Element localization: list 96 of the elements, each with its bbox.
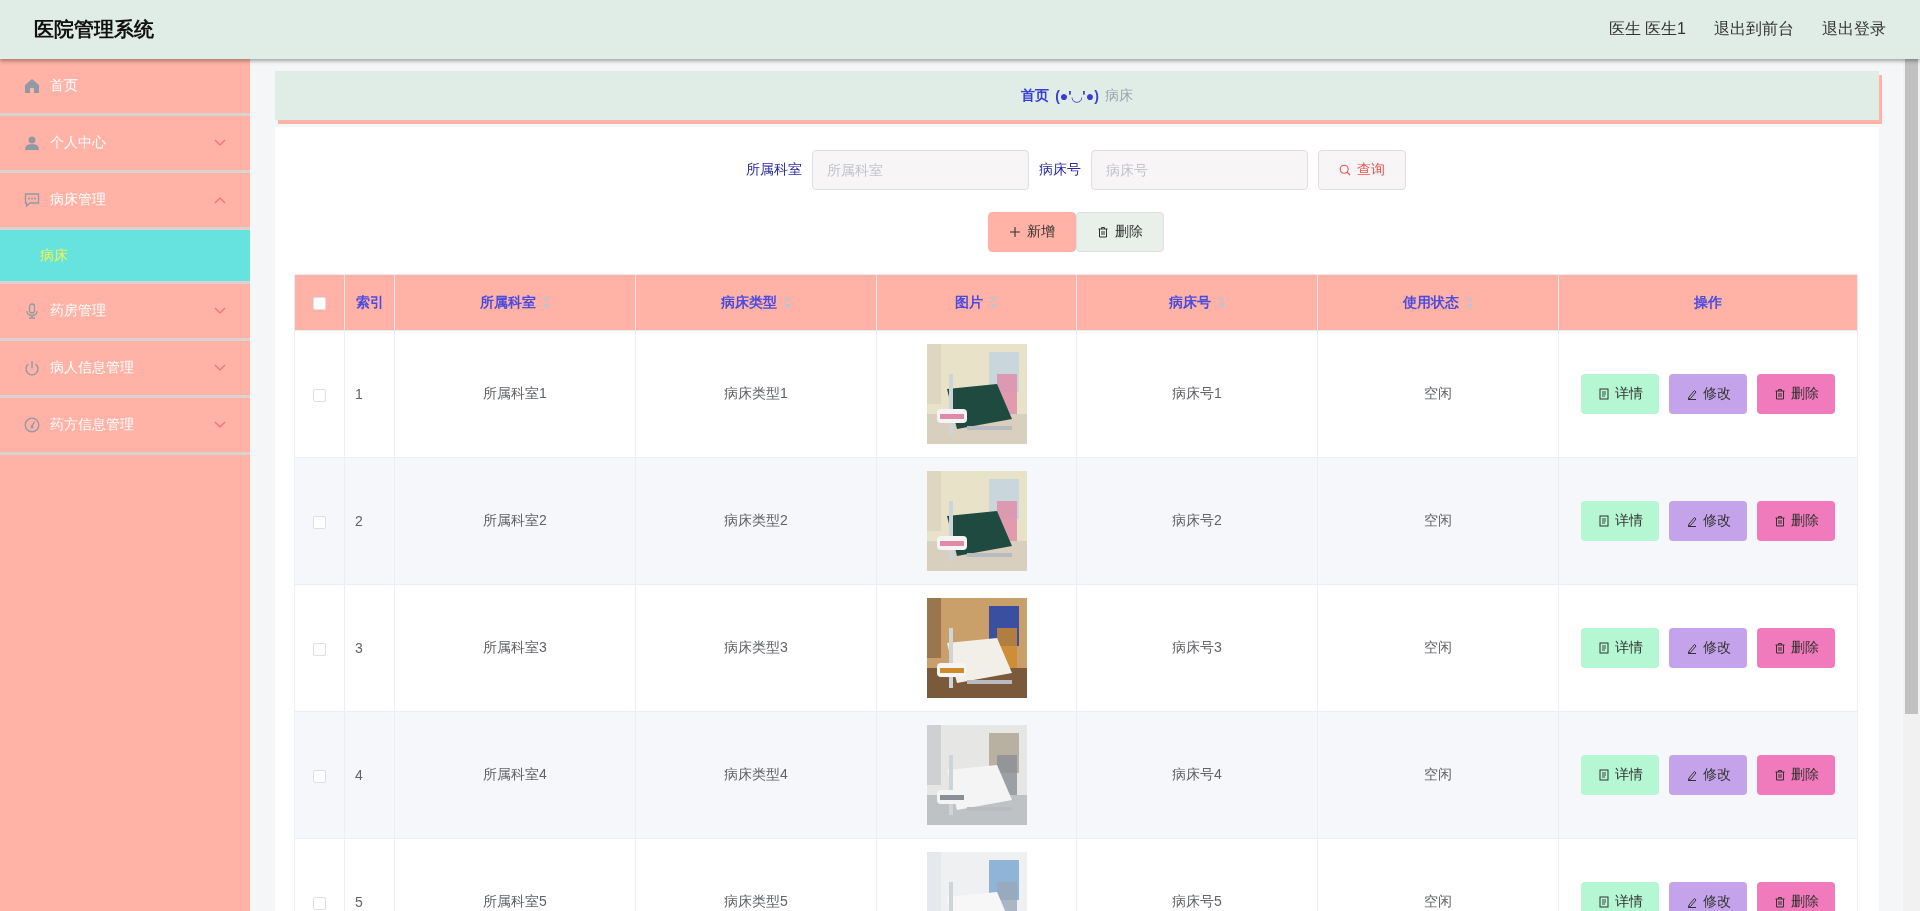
table-cell: 所属科室3 <box>394 584 636 712</box>
table-cell: 3 <box>344 584 395 712</box>
delete-button[interactable]: 删除 <box>1757 501 1835 541</box>
details-button[interactable]: 详情 <box>1581 882 1659 911</box>
details-button[interactable]: 详情 <box>1581 374 1659 414</box>
table-cell: 病床号2 <box>1076 457 1318 585</box>
delete-button[interactable]: 删除 <box>1757 882 1835 911</box>
plus-icon <box>1008 226 1021 238</box>
details-button[interactable]: 详情 <box>1581 755 1659 795</box>
add-button[interactable]: 新增 <box>987 212 1076 252</box>
sort-icon[interactable] <box>541 296 551 309</box>
search-icon <box>1338 164 1351 176</box>
edit-button[interactable]: 修改 <box>1669 628 1747 668</box>
table-cell: 病床类型3 <box>635 584 877 712</box>
caret-down-icon <box>214 364 226 372</box>
breadcrumb-link[interactable]: 首页 <box>1021 86 1050 105</box>
edit-button[interactable]: 修改 <box>1669 755 1747 795</box>
trash-icon <box>1096 226 1109 238</box>
header-link[interactable]: 退出登录 <box>1822 19 1886 40</box>
table-cell: 4 <box>344 711 395 839</box>
column-header[interactable]: 病床类型 <box>635 274 877 331</box>
trash-icon <box>1773 515 1786 527</box>
field-label: 病床号 <box>1038 161 1081 179</box>
column-header[interactable]: 病床号 <box>1076 274 1318 331</box>
table-cell: 空闲 <box>1317 457 1559 585</box>
checkbox[interactable] <box>313 896 326 910</box>
header-link[interactable]: 退出到前台 <box>1714 19 1794 40</box>
column-header[interactable]: 所属科室 <box>394 274 636 331</box>
sort-icon[interactable] <box>782 296 792 309</box>
sort-icon[interactable] <box>1216 296 1226 309</box>
menu-icon <box>24 303 40 319</box>
document-icon <box>1597 388 1610 400</box>
pencil-icon <box>1685 388 1698 400</box>
table-cell: 病床号1 <box>1076 330 1318 458</box>
edit-button[interactable]: 修改 <box>1669 374 1747 414</box>
menu-icon <box>24 135 40 151</box>
table-cell: 空闲 <box>1317 330 1559 458</box>
search-button[interactable]: 查询 <box>1317 150 1406 190</box>
document-icon <box>1597 769 1610 781</box>
table-cell: 病床类型2 <box>635 457 877 585</box>
pencil-icon <box>1685 769 1698 781</box>
table-cell: 病床号3 <box>1076 584 1318 712</box>
delete-button[interactable]: 删除 <box>1757 628 1835 668</box>
column-header: 索引 <box>344 274 395 331</box>
table-cell: 1 <box>344 330 395 458</box>
breadcrumb-current: 病床 <box>1104 86 1133 105</box>
table-cell: 病床类型4 <box>635 711 877 839</box>
menu-icon <box>24 360 40 376</box>
trash-icon <box>1773 388 1786 400</box>
caret-down-icon <box>214 139 226 147</box>
delete-button[interactable]: 删除 <box>1075 212 1164 252</box>
table-cell: 病床号4 <box>1076 711 1318 839</box>
document-icon <box>1597 642 1610 654</box>
delete-button[interactable]: 删除 <box>1757 755 1835 795</box>
checkbox[interactable] <box>313 515 326 529</box>
details-button[interactable]: 详情 <box>1581 628 1659 668</box>
pencil-icon <box>1685 515 1698 527</box>
document-icon <box>1597 896 1610 908</box>
column-header[interactable]: 图片 <box>876 274 1077 331</box>
table-cell: 病床类型1 <box>635 330 877 458</box>
sort-icon[interactable] <box>989 296 998 309</box>
user-label: 医生 医生1 <box>1608 19 1686 39</box>
delete-button[interactable]: 删除 <box>1757 374 1835 414</box>
checkbox[interactable] <box>313 769 326 783</box>
trash-icon <box>1773 642 1786 654</box>
table-cell: 所属科室1 <box>394 330 636 458</box>
trash-icon <box>1773 769 1786 781</box>
edit-button[interactable]: 修改 <box>1669 501 1747 541</box>
table-cell: 空闲 <box>1317 711 1559 839</box>
menu-icon <box>24 192 40 208</box>
caret-down-icon <box>214 421 226 429</box>
table-cell: 所属科室4 <box>394 711 636 839</box>
pencil-icon <box>1685 896 1698 908</box>
column-header[interactable]: 使用状态 <box>1317 274 1559 331</box>
scrollbar-thumb[interactable] <box>1905 59 1918 714</box>
trash-icon <box>1773 896 1786 908</box>
column-header: 操作 <box>1558 274 1858 331</box>
menu-icon <box>24 78 40 94</box>
table-cell: 所属科室2 <box>394 457 636 585</box>
checkbox[interactable] <box>313 297 326 311</box>
sort-icon[interactable] <box>1464 296 1474 309</box>
table-cell: 2 <box>344 457 395 585</box>
app-title: 医院管理系统 <box>34 17 154 42</box>
details-button[interactable]: 详情 <box>1581 501 1659 541</box>
pencil-icon <box>1685 642 1698 654</box>
edit-button[interactable]: 修改 <box>1669 882 1747 911</box>
checkbox[interactable] <box>313 388 326 402</box>
scrollbar[interactable] <box>1903 59 1920 911</box>
menu-icon <box>24 417 40 433</box>
caret-up-icon <box>214 196 226 204</box>
table-cell: 空闲 <box>1317 584 1559 712</box>
caret-down-icon <box>214 307 226 315</box>
document-icon <box>1597 515 1610 527</box>
field-label: 所属科室 <box>745 161 802 179</box>
breadcrumb-separator: (●'◡'●) <box>1055 87 1099 104</box>
checkbox[interactable] <box>313 642 326 656</box>
